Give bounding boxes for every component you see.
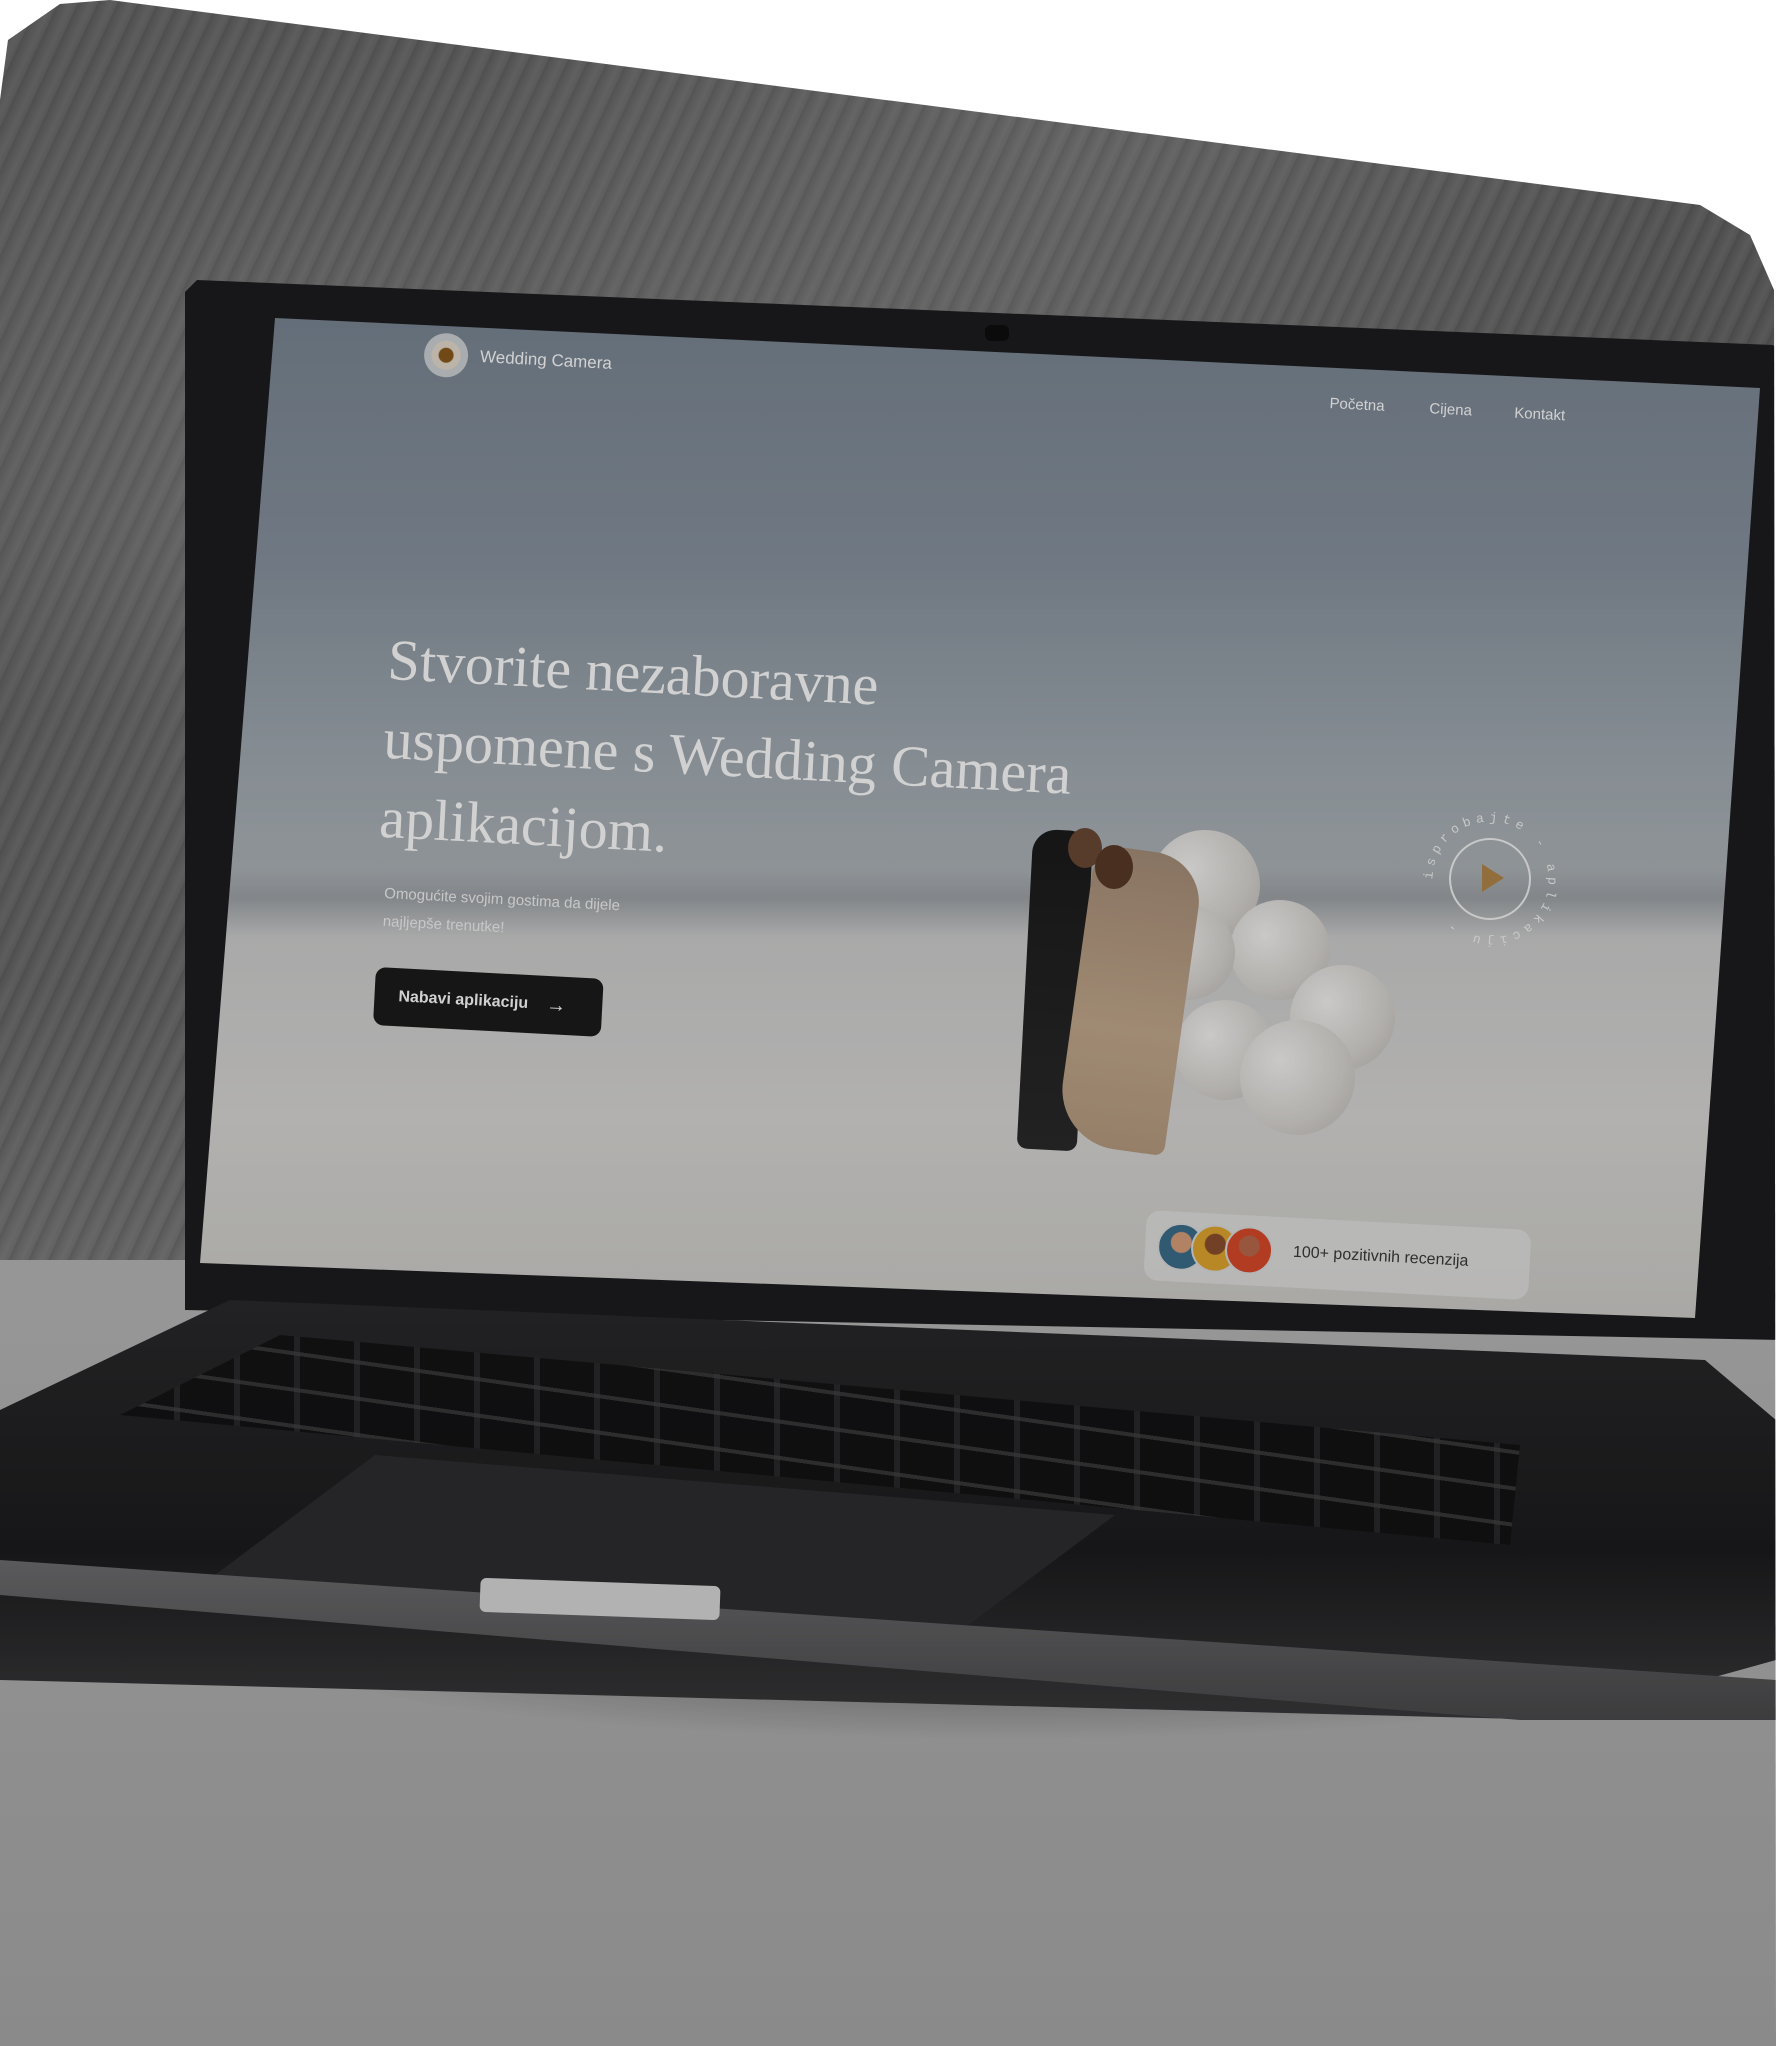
nav-item-pocetna[interactable]: Početna	[1329, 395, 1385, 415]
brand-name: Wedding Camera	[479, 347, 613, 373]
arrow-right-icon: →	[545, 993, 567, 1017]
flower-logo-icon	[422, 332, 470, 379]
nav-item-kontakt[interactable]: Kontakt	[1514, 405, 1566, 425]
balloon	[1240, 1020, 1355, 1135]
webcam	[985, 325, 1009, 341]
get-app-button[interactable]: Nabavi aplikaciju →	[372, 967, 604, 1037]
try-app-play-button[interactable]: isprobajte - aplikaciju -	[1421, 810, 1558, 949]
reviews-text: 100+ pozitivnih recenzija	[1292, 1243, 1469, 1270]
photo-frame: Wedding Camera Početna Cijena Kontakt St…	[0, 0, 1776, 2046]
play-icon	[1482, 864, 1504, 892]
get-app-button-label: Nabavi aplikaciju	[398, 988, 529, 1013]
avatar	[1223, 1225, 1275, 1276]
hero-title: Stvorite nezaboravne uspomene s Wedding …	[378, 620, 1289, 904]
nav-item-cijena[interactable]: Cijena	[1429, 400, 1472, 419]
